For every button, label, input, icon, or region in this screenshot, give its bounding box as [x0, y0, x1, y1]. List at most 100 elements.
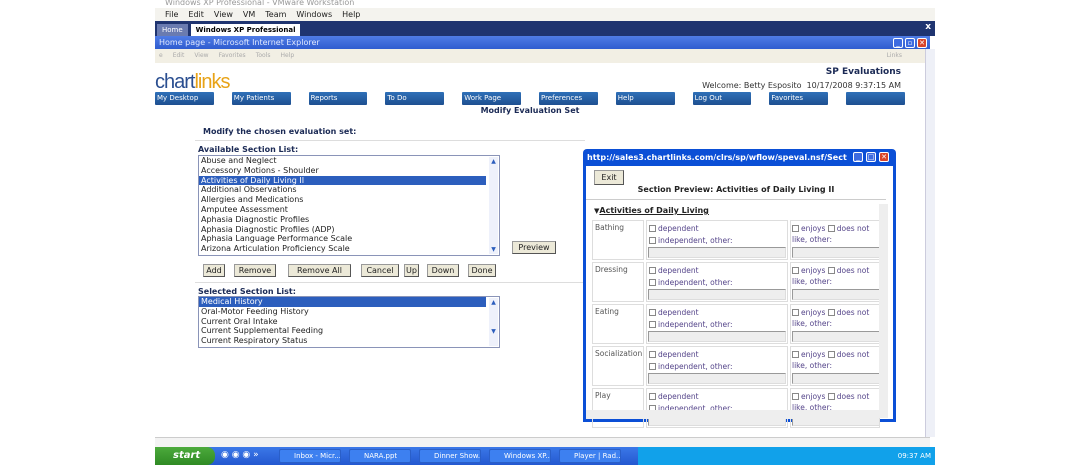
other-input[interactable] [648, 331, 786, 342]
nav-favorites[interactable]: Favorites [769, 92, 829, 105]
dependent-checkbox[interactable]: dependent [649, 350, 699, 359]
page-hscrollbar[interactable] [155, 437, 930, 447]
menu-windows[interactable]: Windows [296, 8, 332, 21]
option-label: does not [836, 266, 870, 275]
menu-tools[interactable]: Tools [256, 49, 271, 63]
other-input[interactable] [792, 373, 880, 384]
exit-button[interactable]: Exit [594, 170, 624, 185]
row-label-cell: Bathing [592, 220, 644, 260]
section-toggle[interactable]: ▼Activities of Daily Living [594, 206, 709, 215]
cancel-button[interactable]: Cancel [361, 264, 399, 277]
list-item-selected[interactable]: Medical History [199, 297, 486, 307]
start-button[interactable]: start [155, 447, 215, 465]
menu-help[interactable]: Help [280, 49, 294, 63]
close-icon[interactable]: ✕ [917, 38, 927, 48]
links-button[interactable]: Links [887, 49, 902, 63]
nav-blank[interactable] [846, 92, 905, 105]
up-button[interactable]: Up [404, 264, 419, 277]
remove-button[interactable]: Remove [234, 264, 276, 277]
option-label: like, other: [792, 361, 833, 370]
list-item[interactable]: Current Supplemental Feeding [199, 326, 499, 336]
task-nara[interactable]: NARA.ppt [349, 449, 411, 463]
minimize-icon[interactable]: _ [853, 152, 863, 162]
page-scrollbar[interactable] [925, 49, 935, 437]
other-input[interactable] [648, 373, 786, 384]
dependent-checkbox[interactable]: dependent [649, 392, 699, 401]
list-item[interactable]: Amputee Assessment [199, 205, 499, 215]
list-item[interactable]: Current Respiratory Status [199, 336, 499, 346]
independent-checkbox[interactable]: independent, other: [649, 278, 733, 287]
other-input[interactable] [648, 247, 786, 258]
preview-button[interactable]: Preview [512, 241, 556, 254]
menu-view[interactable]: View [214, 8, 233, 21]
list-scrollbar[interactable]: ▲ ▼ [489, 298, 498, 346]
quick-launch-icons[interactable]: ◉ ◉ ◉ » [221, 450, 259, 460]
enjoys-checkbox[interactable]: enjoys does not [792, 308, 869, 317]
menu-help[interactable]: Help [342, 8, 360, 21]
independent-checkbox[interactable]: independent, other: [649, 320, 733, 329]
row-likes-cell: enjoys does not like, other: [790, 346, 880, 386]
list-item[interactable]: Aphasia Diagnostic Profiles (ADP) [199, 225, 499, 235]
other-input[interactable] [792, 247, 880, 258]
list-item[interactable]: Aphasia Language Performance Scale [199, 234, 499, 244]
list-item[interactable]: Abuse and Neglect [199, 156, 499, 166]
menu-edit[interactable]: Edit [188, 8, 204, 21]
menu-file[interactable]: File [165, 8, 178, 21]
dependent-checkbox[interactable]: dependent [649, 308, 699, 317]
list-item[interactable]: Allergies and Medications [199, 195, 499, 205]
task-inbox[interactable]: Inbox - Micr... [279, 449, 341, 463]
menu-file[interactable]: e [159, 49, 163, 63]
nav-my-desktop[interactable]: My Desktop [155, 92, 214, 105]
menu-view[interactable]: View [194, 49, 208, 63]
nav-log-out[interactable]: Log Out [692, 92, 752, 105]
nav-reports[interactable]: Reports [308, 92, 368, 105]
tab-windows-xp[interactable]: Windows XP Professional [190, 24, 301, 36]
menu-edit[interactable]: Edit [173, 49, 185, 63]
list-item[interactable]: Arizona Articulation Proficiency Scale [199, 244, 499, 254]
nav-preferences[interactable]: Preferences [538, 92, 598, 105]
menu-team[interactable]: Team [265, 8, 286, 21]
enjoys-checkbox[interactable]: enjoys does not [792, 266, 869, 275]
independent-checkbox[interactable]: independent, other: [649, 236, 733, 245]
task-player[interactable]: Player | Rad... [559, 449, 621, 463]
list-item[interactable]: Additional Observations [199, 185, 499, 195]
remove-all-button[interactable]: Remove All [288, 264, 351, 277]
add-button[interactable]: Add [203, 264, 225, 277]
list-item[interactable]: Oral-Motor Feeding History [199, 307, 499, 317]
task-dinner-show[interactable]: Dinner Show... [419, 449, 481, 463]
menu-favorites[interactable]: Favorites [219, 49, 246, 63]
nav-to-do[interactable]: To Do [385, 92, 445, 105]
selected-section-list[interactable]: Medical History Oral-Motor Feeding Histo… [198, 296, 500, 348]
popup-vscrollbar[interactable] [879, 204, 888, 418]
other-input[interactable] [792, 289, 880, 300]
list-item[interactable]: Aphasia Diagnostic Profiles [199, 215, 499, 225]
popup-hscrollbar[interactable] [586, 410, 879, 419]
dependent-checkbox[interactable]: dependent [649, 224, 699, 233]
tab-home[interactable]: Home [157, 24, 188, 36]
nav-work-page[interactable]: Work Page [462, 92, 521, 105]
task-windows-xp[interactable]: Windows XP... [489, 449, 551, 463]
vmware-menubar: File Edit View VM Team Windows Help [155, 8, 935, 21]
minimize-icon[interactable]: _ [893, 38, 903, 48]
enjoys-checkbox[interactable]: enjoys does not [792, 224, 869, 233]
nav-my-patients[interactable]: My Patients [231, 92, 291, 105]
nav-help[interactable]: Help [615, 92, 675, 105]
menu-vm[interactable]: VM [243, 8, 255, 21]
other-input[interactable] [792, 331, 880, 342]
list-scrollbar[interactable]: ▲ ▼ [489, 157, 498, 254]
close-tab-icon[interactable]: x [925, 22, 931, 32]
independent-checkbox[interactable]: independent, other: [649, 362, 733, 371]
close-icon[interactable]: ✕ [879, 152, 889, 162]
restore-icon[interactable]: ▫ [905, 38, 915, 48]
enjoys-checkbox[interactable]: enjoys does not [792, 392, 869, 401]
maximize-icon[interactable]: □ [866, 152, 876, 162]
done-button[interactable]: Done [468, 264, 496, 277]
available-section-list[interactable]: Abuse and Neglect Accessory Motions - Sh… [198, 155, 500, 256]
other-input[interactable] [648, 289, 786, 300]
enjoys-checkbox[interactable]: enjoys does not [792, 350, 869, 359]
down-button[interactable]: Down [427, 264, 459, 277]
list-item-selected[interactable]: Activities of Daily Living II [199, 175, 486, 186]
dependent-checkbox[interactable]: dependent [649, 266, 699, 275]
list-item[interactable]: Current Oral Intake [199, 317, 499, 327]
list-item[interactable]: Accessory Motions - Shoulder [199, 166, 499, 176]
